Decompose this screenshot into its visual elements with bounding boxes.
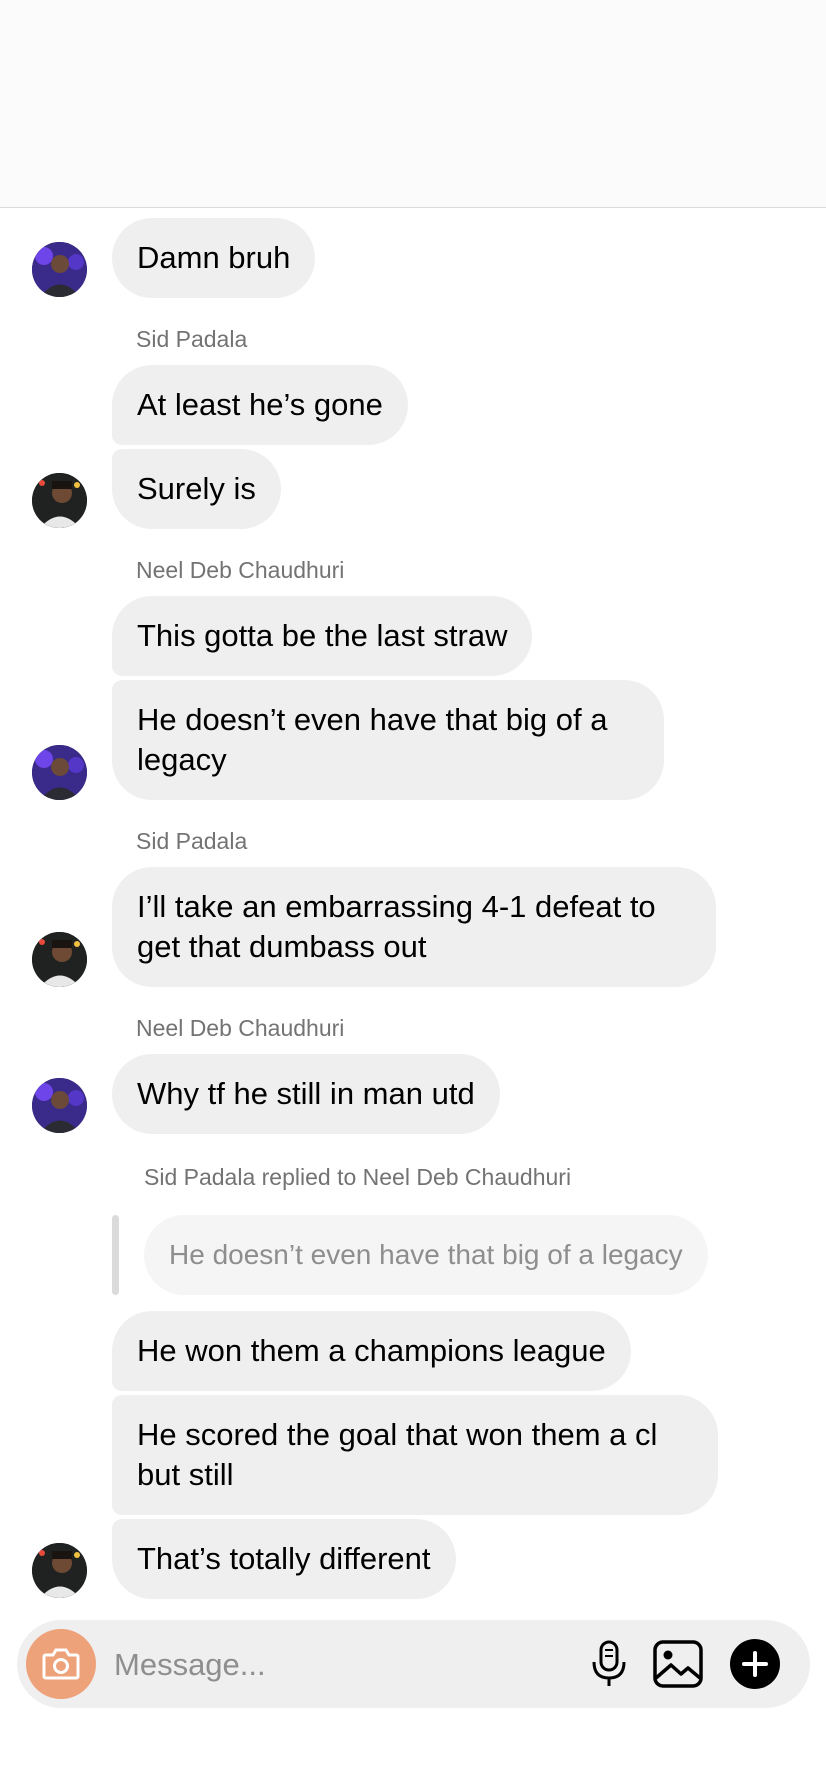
sender-name: Sid Padala — [136, 326, 248, 352]
sender-name: Neel Deb Chaudhuri — [136, 557, 345, 583]
avatar-neel[interactable] — [32, 745, 87, 800]
message-bubble[interactable]: Why tf he still in man utd — [112, 1054, 500, 1134]
camera-icon — [42, 1648, 80, 1680]
message-bubble[interactable]: I’ll take an embarrassing 4-1 defeat to … — [112, 867, 716, 987]
gallery-button[interactable] — [651, 1638, 705, 1690]
message-composer — [17, 1620, 810, 1710]
message-bubble[interactable]: Surely is — [112, 449, 281, 529]
message-bubble[interactable]: At least he’s gone — [112, 365, 408, 445]
avatar-sid[interactable] — [32, 932, 87, 987]
message-bubble[interactable]: He scored the goal that won them a cl bu… — [112, 1395, 718, 1515]
sender-name: Sid Padala — [136, 828, 248, 854]
message-bubble[interactable]: This gotta be the last straw — [112, 596, 533, 676]
avatar-neel[interactable] — [32, 242, 87, 297]
avatar-sid[interactable] — [32, 1543, 87, 1598]
microphone-icon — [592, 1640, 626, 1686]
plus-icon — [742, 1651, 768, 1677]
message-bubble[interactable]: He won them a champions league — [112, 1311, 631, 1391]
camera-button[interactable] — [26, 1629, 96, 1699]
quoted-message[interactable]: He doesn’t even have that big of a legac… — [144, 1215, 708, 1295]
message-input[interactable] — [112, 1620, 556, 1710]
avatar-sid[interactable] — [32, 473, 87, 528]
gallery-icon — [653, 1640, 703, 1688]
message-bubble[interactable]: That’s totally different — [112, 1519, 456, 1599]
microphone-button[interactable] — [583, 1638, 635, 1690]
sender-name: Neel Deb Chaudhuri — [136, 1015, 345, 1041]
reply-indicator-bar — [112, 1215, 119, 1295]
avatar-neel[interactable] — [32, 1078, 87, 1133]
reply-context: Sid Padala replied to Neel Deb Chaudhuri — [144, 1164, 572, 1190]
message-bubble[interactable]: Damn bruh — [112, 218, 316, 298]
header-area — [0, 0, 826, 208]
message-bubble[interactable]: He doesn’t even have that big of a legac… — [112, 680, 664, 800]
more-button[interactable] — [730, 1639, 780, 1689]
